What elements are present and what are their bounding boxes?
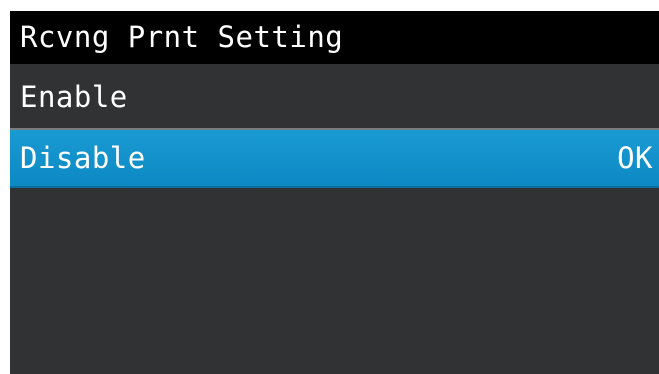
selected-status-ok: OK: [617, 141, 653, 175]
menu-list: Enable Disable OK: [10, 64, 659, 188]
screen-title: Rcvng Prnt Setting: [10, 11, 659, 64]
lcd-screen: Rcvng Prnt Setting Enable Disable OK: [10, 11, 659, 374]
menu-item-disable[interactable]: Disable OK: [10, 130, 659, 188]
menu-item-label: Enable: [20, 80, 128, 114]
menu-item-label: Disable: [20, 141, 146, 175]
menu-item-enable[interactable]: Enable: [10, 64, 659, 130]
